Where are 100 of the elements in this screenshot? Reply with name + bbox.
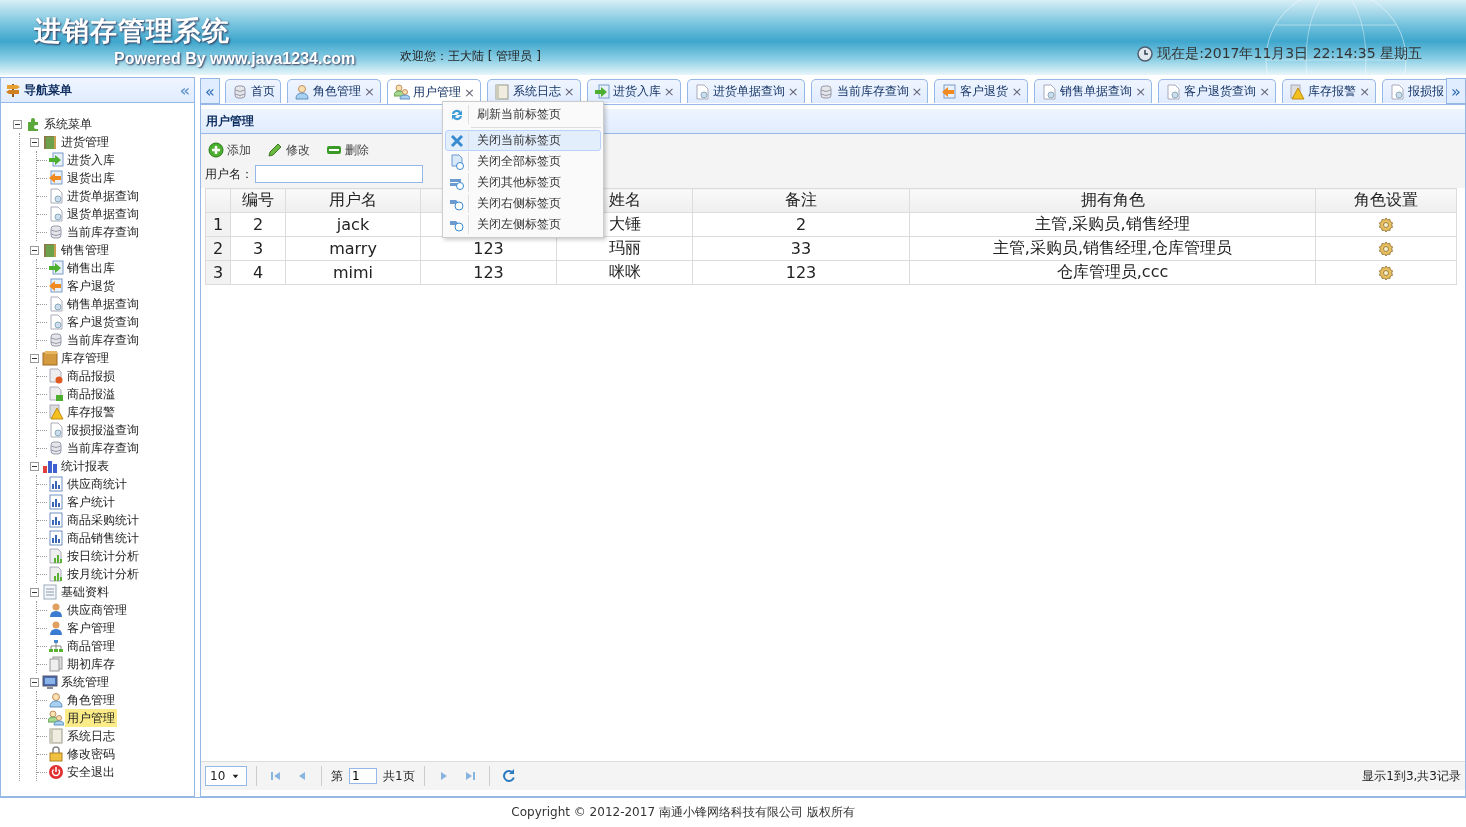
tree-item[interactable]: 客户管理 <box>65 619 117 637</box>
tree-item[interactable]: 库存管理 <box>59 349 111 367</box>
header-cell <box>205 188 231 213</box>
gear-icon <box>1378 264 1394 281</box>
tab-label: 进货入库 <box>612 83 661 100</box>
tree-item[interactable]: 期初库存 <box>65 655 117 673</box>
tab-close-button[interactable]: × <box>911 84 923 99</box>
monitor-icon <box>42 674 58 690</box>
tab-close-button[interactable]: × <box>1135 84 1147 99</box>
tree-item[interactable]: 商品报损 <box>65 367 117 385</box>
tree-item[interactable]: 销售单据查询 <box>65 295 141 313</box>
tab-close-button[interactable]: × <box>1011 84 1023 99</box>
expand-toggle[interactable] <box>30 353 39 363</box>
tab-close-button[interactable]: × <box>463 84 475 100</box>
tree-item[interactable]: 销售出库 <box>65 259 117 277</box>
tab-close-button[interactable]: × <box>563 84 575 99</box>
tree-item[interactable]: 系统管理 <box>59 673 111 691</box>
tab[interactable]: 系统日志 × <box>486 79 581 103</box>
tab[interactable]: 客户退货 × <box>934 79 1029 103</box>
record-summary: 显示1到3,共3记录 <box>1362 767 1461 785</box>
tree-item[interactable]: 修改密码 <box>65 745 117 763</box>
expand-toggle[interactable] <box>30 587 39 597</box>
page-size-select[interactable]: 10 <box>205 766 247 786</box>
menu-item[interactable]: 刷新当前标签页 <box>445 104 601 125</box>
tree-item[interactable]: 库存报警 <box>65 403 117 421</box>
menu-item[interactable]: 关闭全部标签页 <box>445 151 601 172</box>
tab-close-button[interactable]: × <box>787 84 799 99</box>
menu-item[interactable]: 关闭当前标签页 <box>445 130 601 151</box>
tab[interactable]: 当前库存查询 × <box>810 79 929 103</box>
scroll-right-button[interactable]: » <box>1446 78 1466 104</box>
tree-item[interactable]: 按月统计分析 <box>65 565 141 583</box>
tree-item[interactable]: 当前库存查询 <box>65 331 141 349</box>
table-cell: 33 <box>692 236 910 261</box>
list-icon <box>42 584 58 600</box>
expand-toggle[interactable] <box>30 137 39 147</box>
tree-item[interactable]: 客户退货 <box>65 277 117 295</box>
toolbar-button[interactable]: 修改 <box>264 139 313 161</box>
tree-item[interactable]: 供应商管理 <box>65 601 129 619</box>
table-cell: 3 <box>230 236 286 261</box>
tab[interactable]: 报损报 <box>1382 79 1446 103</box>
tab-close-button[interactable]: × <box>663 84 675 99</box>
tree-item[interactable]: 商品销售统计 <box>65 529 141 547</box>
tree-item[interactable]: 用户管理 <box>65 709 117 727</box>
lock-icon <box>48 746 64 762</box>
tree-item[interactable]: 系统菜单 <box>42 115 94 133</box>
expand-toggle[interactable] <box>30 677 39 687</box>
tree-item[interactable]: 销售管理 <box>59 241 111 259</box>
tree-item[interactable]: 进货入库 <box>65 151 117 169</box>
column-header: 用户名 <box>285 188 421 213</box>
expand-toggle[interactable] <box>30 245 39 255</box>
table-cell: mimi <box>285 260 421 285</box>
scroll-left-button[interactable]: « <box>200 78 220 104</box>
tree-item[interactable]: 安全退出 <box>65 763 117 781</box>
tree-item[interactable]: 系统日志 <box>65 727 117 745</box>
tab[interactable]: 客户退货查询 × <box>1158 79 1277 103</box>
tree-item[interactable]: 客户统计 <box>65 493 117 511</box>
page-label: 第 <box>331 767 343 785</box>
arrow-left-icon <box>48 278 64 294</box>
tree-item[interactable]: 退货出库 <box>65 169 117 187</box>
tab-close-button[interactable]: × <box>364 84 375 99</box>
tree-item[interactable]: 按日统计分析 <box>65 547 141 565</box>
tab[interactable]: 用户管理 × <box>386 79 481 104</box>
expand-toggle[interactable] <box>13 119 22 129</box>
tree-item[interactable]: 当前库存查询 <box>65 223 141 241</box>
tab-label: 首页 <box>251 83 275 100</box>
tree-item[interactable]: 退货单据查询 <box>65 205 141 223</box>
tab-close-button[interactable]: × <box>1259 84 1271 99</box>
tree-item[interactable]: 报损报溢查询 <box>65 421 141 439</box>
tab[interactable]: 角色管理 × <box>287 79 381 103</box>
tab-close-button[interactable]: × <box>1359 84 1371 99</box>
document-search-icon <box>1389 83 1406 100</box>
tree-item[interactable]: 进货管理 <box>59 133 111 151</box>
tree-item[interactable]: 商品报溢 <box>65 385 117 403</box>
expand-toggle[interactable] <box>30 461 39 471</box>
toolbar-button[interactable]: 删除 <box>323 139 372 161</box>
tree-item[interactable]: 客户退货查询 <box>65 313 141 331</box>
tree-item[interactable]: 基础资料 <box>59 583 111 601</box>
tree-item[interactable]: 商品采购统计 <box>65 511 141 529</box>
tab[interactable]: 首页 <box>225 79 281 103</box>
page-field[interactable]: 1 <box>349 768 377 784</box>
welcome-text: 欢迎您：王大陆 [ 管理员 ] <box>400 48 541 65</box>
warning-icon <box>1289 83 1306 100</box>
signpost-icon <box>5 82 21 98</box>
table-cell: 123 <box>692 260 910 285</box>
tree-item[interactable]: 进货单据查询 <box>65 187 141 205</box>
tree-item[interactable]: 商品管理 <box>65 637 117 655</box>
tab[interactable]: 库存报警 × <box>1282 79 1377 103</box>
toolbar-button[interactable]: 添加 <box>205 139 254 161</box>
tab-label: 进货单据查询 <box>712 83 785 100</box>
powered-by-text: Powered By www.java1234.com <box>114 50 357 68</box>
tree-item[interactable]: 角色管理 <box>65 691 117 709</box>
tab[interactable]: 进货入库 × <box>586 79 681 103</box>
tab[interactable]: 销售单据查询 × <box>1034 79 1153 103</box>
tree-item[interactable]: 供应商统计 <box>65 475 129 493</box>
tree-item[interactable]: 统计报表 <box>59 457 111 475</box>
tree-item[interactable]: 当前库存查询 <box>65 439 141 457</box>
refresh-icon[interactable] <box>500 768 517 784</box>
search-field[interactable] <box>255 165 423 183</box>
tab[interactable]: 进货单据查询 × <box>686 79 805 103</box>
arrow-right-icon <box>48 260 64 276</box>
